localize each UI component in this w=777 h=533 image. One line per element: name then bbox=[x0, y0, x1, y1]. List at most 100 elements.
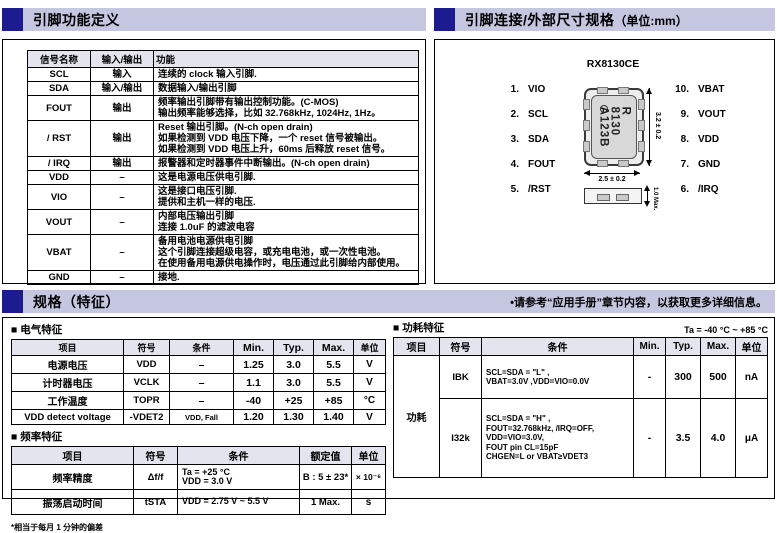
table-header-row: 项目 符号 条件 Min. Typ. Max. 单位 bbox=[12, 340, 386, 356]
chip-pad bbox=[638, 141, 645, 152]
frequency-table: 项目 符号 条件 额定值 单位 频率精度 Δf/f Ta = +25 °C VD… bbox=[11, 446, 386, 515]
header-square-icon bbox=[2, 8, 23, 31]
spec-min: - bbox=[634, 356, 666, 399]
col-header-io: 输入/输出 bbox=[91, 51, 154, 68]
pin-func: 频率输出引脚带有输出控制功能。(C-MOS) 输出频率能够选择，比如 32.76… bbox=[154, 96, 419, 121]
chip-body: R 8130 A123B bbox=[591, 95, 637, 159]
table-row: VIO – 这是接口电压引脚. 提供和主机一样的电压. bbox=[28, 185, 419, 210]
pin-function-header-bar: 引脚功能定义 bbox=[23, 8, 426, 31]
chip-pad bbox=[583, 120, 590, 131]
pin-connection-title: 引脚连接/外部尺寸规格 bbox=[465, 12, 614, 28]
chip-pad bbox=[597, 160, 608, 167]
table-row: VBAT – 备用电池电源供电引脚 这个引脚连接超级电容，或充电电池，或一次性电… bbox=[28, 235, 419, 271]
dimension-line-vertical bbox=[649, 88, 650, 166]
col-header: Min. bbox=[634, 338, 666, 356]
pin-io: 输入 bbox=[91, 68, 154, 82]
pin-io: – bbox=[91, 235, 154, 271]
spec-item: 振荡启动时间 bbox=[12, 490, 134, 515]
chip-pad bbox=[597, 194, 610, 201]
spec-unit: × 10⁻⁶ bbox=[352, 465, 386, 490]
spec-condition: VDD, Fall bbox=[170, 410, 234, 425]
spec-unit: V bbox=[354, 410, 386, 425]
arrow-icon bbox=[644, 201, 650, 207]
pin-func: 报警器和定时器事件中断输出。(N-ch open drain) bbox=[154, 157, 419, 171]
pin-io: – bbox=[91, 210, 154, 235]
frequency-title: ■ 频率特征 bbox=[11, 429, 387, 444]
table-row: FOUT 输出 频率输出引脚带有输出控制功能。(C-MOS) 输出频率能够选择，… bbox=[28, 96, 419, 121]
pin-io: 输出 bbox=[91, 96, 154, 121]
table-row: 振荡启动时间 tSTA VDD = 2.75 V ~ 5.5 V 1 Max. … bbox=[12, 490, 386, 515]
spec-typ: 3.5 bbox=[666, 399, 701, 478]
pin-func: 数据输入/输出引脚 bbox=[154, 82, 419, 96]
col-header: 符号 bbox=[134, 447, 178, 465]
pin-func: 这是接口电压引脚. 提供和主机一样的电压. bbox=[154, 185, 419, 210]
table-row: / IRQ 输出 报警器和定时器事件中断输出。(N-ch open drain) bbox=[28, 157, 419, 171]
spec-unit: s bbox=[352, 490, 386, 515]
table-row: 电源电压 VDD – 1.25 3.0 5.5 V bbox=[12, 356, 386, 374]
spec-symbol: VDD bbox=[124, 356, 170, 374]
spec-symbol: IBK bbox=[440, 356, 482, 399]
chip-pad bbox=[618, 87, 629, 94]
pin-signal: / IRQ bbox=[28, 157, 91, 171]
pin-number: 6. bbox=[667, 184, 689, 195]
dimension-width-label: 2.5 ± 0.2 bbox=[584, 176, 640, 183]
pin-name: FOUT bbox=[528, 159, 555, 170]
spec-item: VDD detect voltage bbox=[12, 410, 124, 425]
col-header: Typ. bbox=[274, 340, 314, 356]
pin-name: VIO bbox=[528, 84, 545, 95]
frequency-footnote: *相当于每月 1 分钟的偏差 bbox=[11, 522, 387, 533]
pin-function-table: 信号名称 输入/输出 功能 SCL 输入 连续的 clock 输入引脚. SDA bbox=[27, 50, 419, 285]
spec-unit: °C bbox=[354, 392, 386, 410]
table-row: 工作温度 TOPR – -40 +25 +85 °C bbox=[12, 392, 386, 410]
pin-function-section: 引脚功能定义 信号名称 输入/输出 功能 SCL 输 bbox=[2, 8, 426, 284]
pin-list-right: 10.VBAT 9.VOUT 8.VDD 7.GND 6./IRQ bbox=[667, 84, 726, 209]
pin-number: 4. bbox=[497, 159, 519, 170]
table-header-row: 信号名称 输入/输出 功能 bbox=[28, 51, 419, 68]
pin-func: 这是电源电压供电引脚. bbox=[154, 171, 419, 185]
spec-symbol: I32k bbox=[440, 399, 482, 478]
pin-connection-unit: （单位:mm） bbox=[614, 14, 687, 28]
power-table: 项目 符号 条件 Min. Typ. Max. 单位 功耗 IBK SCL=SD… bbox=[393, 337, 768, 478]
table-row: 功耗 IBK SCL=SDA = "L" , VBAT=3.0V ,VDD=VI… bbox=[394, 356, 768, 399]
spec-condition: SCL=SDA = "L" , VBAT=3.0V ,VDD=VIO=0.0V bbox=[482, 356, 634, 399]
pin-signal: / RST bbox=[28, 121, 91, 157]
arrow-icon bbox=[646, 160, 652, 166]
spec-condition: SCL=SDA = "H" , FOUT=32.768kHz, /IRQ=OFF… bbox=[482, 399, 634, 478]
pin-name: GND bbox=[698, 159, 720, 170]
col-header-func: 功能 bbox=[154, 51, 419, 68]
top-row: 引脚功能定义 信号名称 输入/输出 功能 SCL 输 bbox=[0, 0, 777, 284]
col-header: Max. bbox=[701, 338, 736, 356]
spec-condition: – bbox=[170, 356, 234, 374]
datasheet-page: 引脚功能定义 信号名称 输入/输出 功能 SCL 输 bbox=[0, 0, 777, 507]
chip-marking: R 8130 A123B bbox=[598, 107, 631, 148]
header-square-icon bbox=[2, 290, 23, 313]
spec-item: 功耗 bbox=[394, 356, 440, 478]
table-row: VOUT – 内部电压输出引脚 连接 1.0uF 的滤波电容 bbox=[28, 210, 419, 235]
spec-condition: – bbox=[170, 392, 234, 410]
pin-signal: VDD bbox=[28, 171, 91, 185]
pin-func: 连续的 clock 输入引脚. bbox=[154, 68, 419, 82]
table-row: VDD – 这是电源电压供电引脚. bbox=[28, 171, 419, 185]
pin-func: Reset 输出引脚。(N-ch open drain) 如果检测到 VDD 电… bbox=[154, 121, 419, 157]
col-header: 项目 bbox=[394, 338, 440, 356]
list-item: 1.VIO bbox=[497, 84, 555, 109]
chip-pad bbox=[597, 87, 608, 94]
dimension-thickness-label: 1.0 Max. bbox=[652, 187, 658, 210]
col-header: Min. bbox=[234, 340, 274, 356]
pin-io: – bbox=[91, 271, 154, 285]
pin-io: – bbox=[91, 171, 154, 185]
pin-number: 7. bbox=[667, 159, 689, 170]
table-row: / RST 输出 Reset 输出引脚。(N-ch open drain) 如果… bbox=[28, 121, 419, 157]
spec-min: 1.25 bbox=[234, 356, 274, 374]
pin-signal: FOUT bbox=[28, 96, 91, 121]
col-header: Typ. bbox=[666, 338, 701, 356]
pin-list-left: 1.VIO 2.SCL 3.SDA 4.FOUT 5./RST bbox=[497, 84, 555, 209]
spec-max: 4.0 bbox=[701, 399, 736, 478]
chip-pad bbox=[583, 141, 590, 152]
table-row: 计时器电压 VCLK – 1.1 3.0 5.5 V bbox=[12, 374, 386, 392]
spec-max: 500 bbox=[701, 356, 736, 399]
table-header-row: 项目 符号 条件 Min. Typ. Max. 单位 bbox=[394, 338, 768, 356]
spec-unit: μA bbox=[736, 399, 768, 478]
specs-note: •请参考“应用手册”章节内容，以获取更多详细信息。 bbox=[510, 294, 767, 310]
spec-typ: +25 bbox=[274, 392, 314, 410]
